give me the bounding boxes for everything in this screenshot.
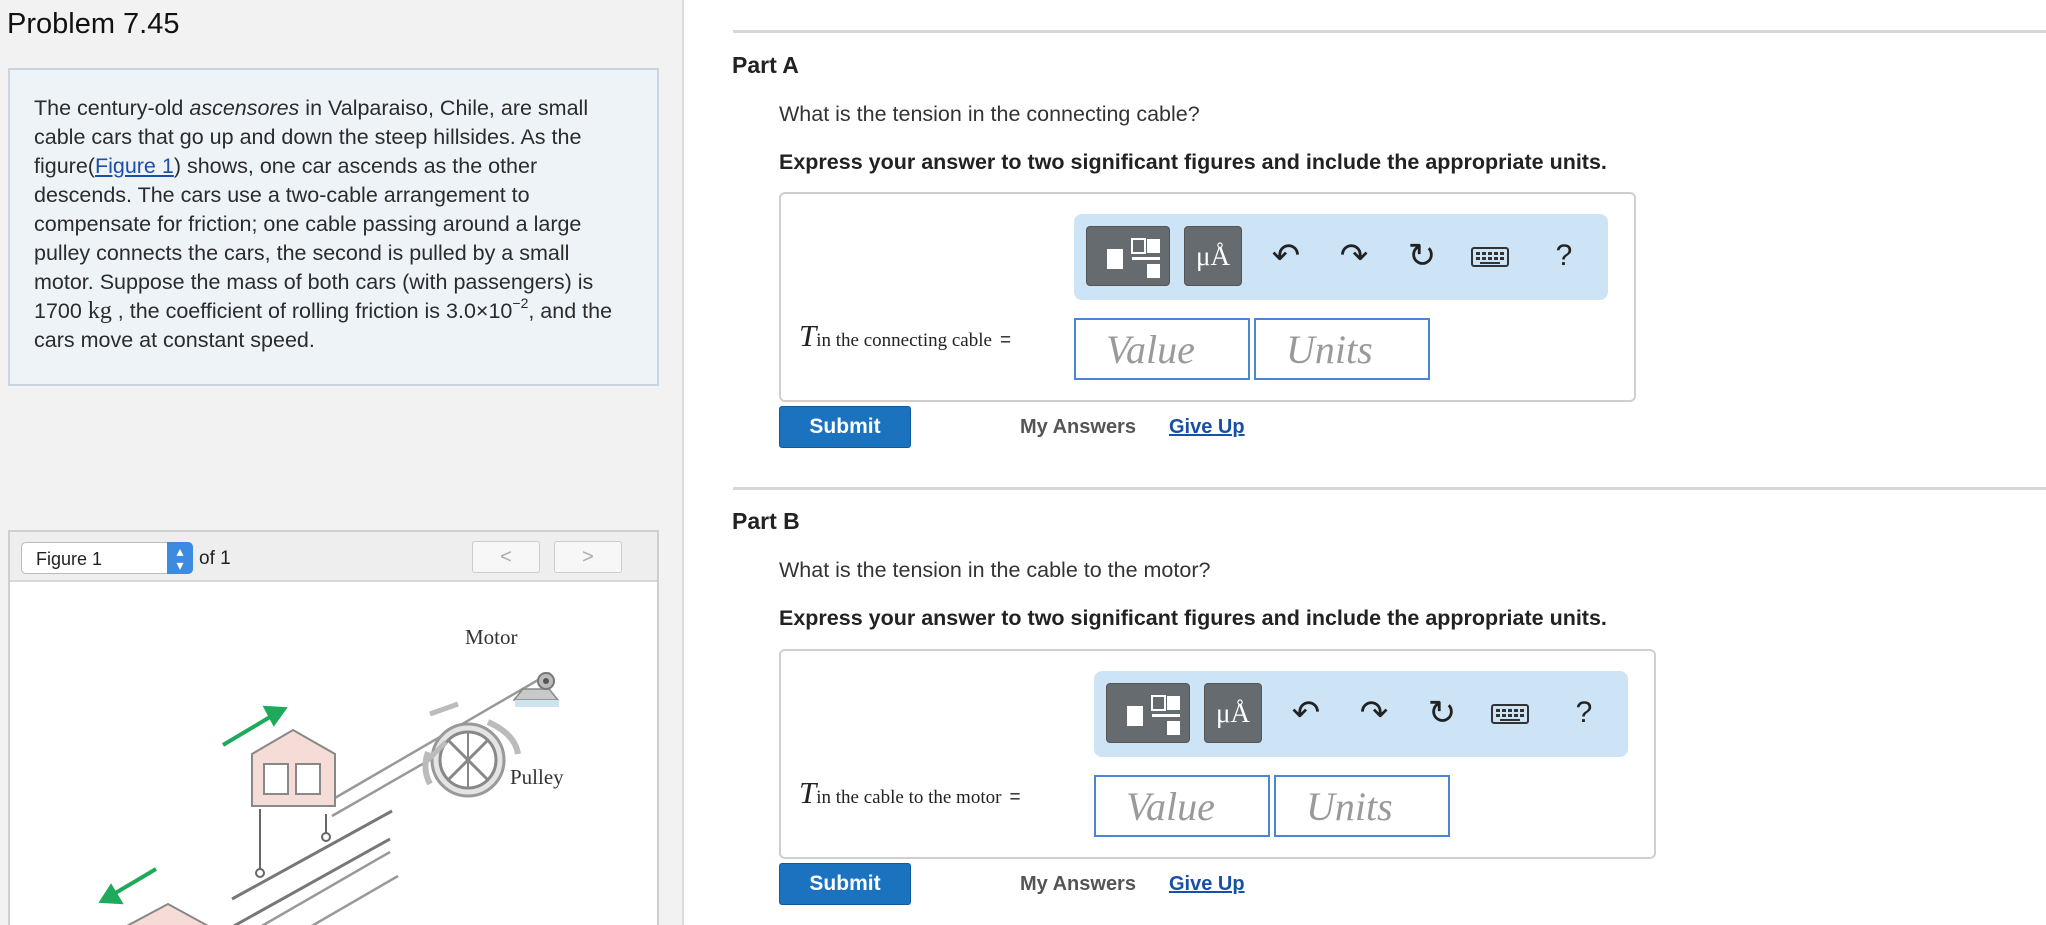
reset-icon[interactable]: ↻ — [1420, 691, 1464, 735]
problem-panel: Problem 7.45 The century-old ascensores … — [0, 0, 684, 925]
problem-statement: The century-old ascensores in Valparaiso… — [8, 68, 659, 386]
keyboard-icon[interactable] — [1468, 234, 1512, 278]
problem-text: ) shows, one car ascends as the other de… — [34, 154, 594, 323]
figure-count: of 1 — [199, 548, 231, 569]
units-button[interactable]: μÅ — [1204, 683, 1262, 743]
part-divider — [733, 30, 2046, 33]
math-toolbar: μÅ ↶ ↷ ↻ ? — [1074, 214, 1608, 300]
reset-icon[interactable]: ↻ — [1400, 234, 1444, 278]
part-b-units-input[interactable]: Units — [1274, 775, 1450, 837]
part-a-my-answers[interactable]: My Answers — [1020, 416, 1136, 439]
cable-car-descending — [126, 902, 209, 925]
help-button[interactable]: ? — [1564, 691, 1604, 735]
problem-text-emphasis: ascensores — [189, 96, 300, 120]
figure-select-value: Figure 1 — [36, 549, 103, 569]
part-a-variable-label: Tin the connecting cable = — [799, 318, 1012, 353]
part-divider — [733, 487, 2046, 490]
figure-image: Motor Pulley — [98, 625, 564, 925]
templates-button[interactable] — [1106, 683, 1190, 743]
part-a-submit-button[interactable]: Submit — [779, 406, 911, 448]
part-b-title: Part B — [732, 508, 800, 534]
part-a-question: What is the tension in the connecting ca… — [779, 102, 1200, 126]
redo-icon[interactable]: ↷ — [1352, 691, 1396, 735]
templates-icon — [1127, 695, 1180, 735]
exponent: −2 — [512, 295, 529, 311]
problem-text: The century-old — [34, 96, 190, 120]
part-a-answer-box: μÅ ↶ ↷ ↻ ? Tin the connecting cable = Val… — [779, 192, 1636, 402]
figure-select[interactable]: Figure 1 ▴ ▾ — [21, 542, 193, 574]
part-b-give-up-link[interactable]: Give Up — [1169, 873, 1245, 896]
help-button[interactable]: ? — [1544, 234, 1584, 278]
part-a-title: Part A — [732, 52, 799, 78]
figure-link[interactable]: Figure 1 — [95, 154, 174, 178]
part-b-variable-label: Tin the cable to the motor = — [799, 775, 1021, 810]
part-a-units-input[interactable]: Units — [1254, 318, 1430, 380]
part-b-answer-box: μÅ ↶ ↷ ↻ ? Tin the cable to the motor = V… — [779, 649, 1656, 859]
motor-label: Motor — [465, 625, 518, 649]
chevron-updown-icon: ▴ ▾ — [167, 542, 193, 574]
part-a-value-input[interactable]: Value — [1074, 318, 1250, 380]
figure-toolbar: Figure 1 ▴ ▾ of 1 < > — [10, 532, 657, 582]
part-a-instruction: Express your answer to two significant f… — [779, 150, 1607, 174]
figure-next-button[interactable]: > — [554, 541, 622, 573]
figure-panel: Figure 1 ▴ ▾ of 1 < > Motor Pulley — [8, 530, 659, 925]
redo-icon[interactable]: ↷ — [1332, 234, 1376, 278]
units-button[interactable]: μÅ — [1184, 226, 1242, 286]
part-b-submit-button[interactable]: Submit — [779, 863, 911, 905]
pulley-label: Pulley — [510, 765, 564, 789]
part-b-value-input[interactable]: Value — [1094, 775, 1270, 837]
problem-title: Problem 7.45 — [7, 8, 180, 40]
templates-button[interactable] — [1086, 226, 1170, 286]
problem-text: , the coefficient of rolling friction is… — [111, 299, 513, 323]
undo-icon[interactable]: ↶ — [1284, 691, 1328, 735]
math-toolbar: μÅ ↶ ↷ ↻ ? — [1094, 671, 1628, 757]
part-b-instruction: Express your answer to two significant f… — [779, 606, 1607, 630]
undo-icon[interactable]: ↶ — [1264, 234, 1308, 278]
cable-car-ascending — [251, 728, 336, 878]
figure-prev-button[interactable]: < — [472, 541, 540, 573]
part-a-give-up-link[interactable]: Give Up — [1169, 416, 1245, 439]
keyboard-icon[interactable] — [1488, 691, 1532, 735]
templates-icon — [1107, 238, 1160, 278]
mass-unit: kg — [87, 298, 112, 324]
part-b-question: What is the tension in the cable to the … — [779, 558, 1211, 582]
part-b-my-answers[interactable]: My Answers — [1020, 873, 1136, 896]
